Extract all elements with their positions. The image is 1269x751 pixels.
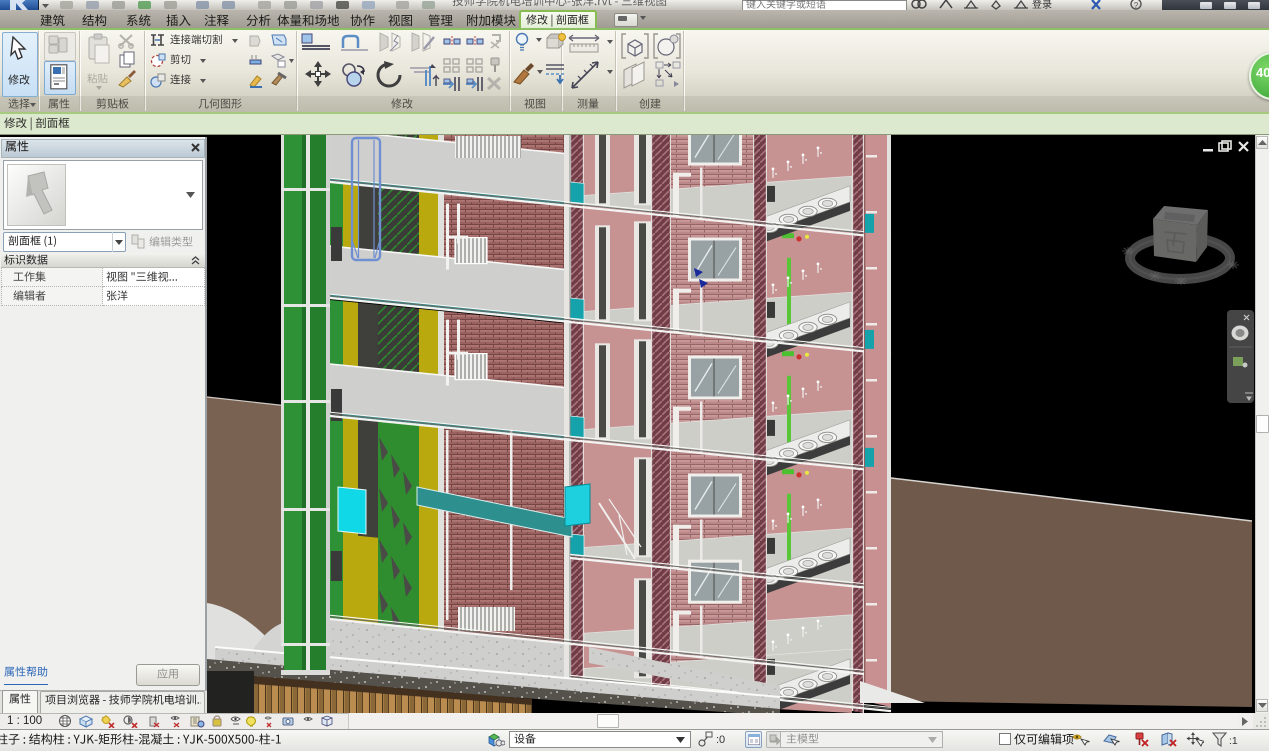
svg-text:?: ? xyxy=(1134,1,1139,10)
